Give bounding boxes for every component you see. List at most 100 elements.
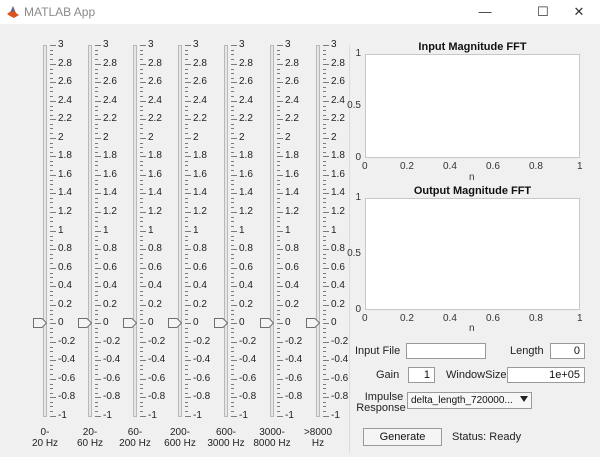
- slider-minor-tick: [140, 328, 143, 329]
- slider-minor-tick: [323, 332, 326, 333]
- slider-track[interactable]: [178, 45, 182, 417]
- slider-minor-tick: [140, 369, 143, 370]
- slider-tick: [277, 101, 283, 102]
- slider-track[interactable]: [88, 45, 92, 417]
- slider-track[interactable]: [133, 45, 137, 417]
- slider-tick: [277, 175, 283, 176]
- slider-minor-tick: [95, 328, 98, 329]
- slider-tick: [323, 175, 329, 176]
- slider-tick-label: 2.4: [285, 95, 299, 106]
- slider-minor-tick: [50, 87, 53, 88]
- slider-minor-tick: [277, 180, 280, 181]
- slider-tick: [185, 286, 191, 287]
- slider-thumb[interactable]: [123, 318, 137, 328]
- gain-field[interactable]: [408, 367, 435, 383]
- slider-tick-label: 1.2: [148, 206, 162, 217]
- slider-minor-tick: [140, 300, 143, 301]
- slider-tick-label: 0.4: [148, 280, 162, 291]
- minimize-button[interactable]: —: [462, 0, 508, 24]
- slider-thumb[interactable]: [78, 318, 92, 328]
- slider-minor-tick: [277, 124, 280, 125]
- slider-minor-tick: [95, 295, 98, 296]
- slider-thumb[interactable]: [260, 318, 274, 328]
- impulse-response-value: delta_length_720000...: [411, 395, 513, 406]
- slider-tick: [185, 138, 191, 139]
- slider-tick-label: -0.2: [239, 336, 257, 347]
- slider-tick: [231, 397, 237, 398]
- generate-button[interactable]: Generate: [363, 428, 442, 446]
- slider-tick-label: 0.8: [103, 243, 117, 254]
- slider-minor-tick: [50, 277, 53, 278]
- slider-minor-tick: [323, 328, 326, 329]
- slider-tick: [231, 268, 237, 269]
- slider-minor-tick: [50, 295, 53, 296]
- slider-tick-label: 1.2: [193, 206, 207, 217]
- slider-tick: [185, 397, 191, 398]
- slider-minor-tick: [277, 411, 280, 412]
- slider-tick-label: 1: [103, 225, 109, 236]
- input-file-field[interactable]: [406, 343, 486, 359]
- slider-minor-tick: [231, 273, 234, 274]
- slider-track[interactable]: [270, 45, 274, 417]
- slider-minor-tick: [95, 198, 98, 199]
- slider-tick-label: 0.2: [285, 299, 299, 310]
- slider-minor-tick: [231, 54, 234, 55]
- slider-tick-label: 1.2: [103, 206, 117, 217]
- slider-minor-tick: [231, 295, 234, 296]
- band-slider-5[interactable]: 3 2.8 2.6 2.4 2.2 2 1.8 1.6 1.4 1.2 1 0.8 0.6 0.4 0.2 0…: [257, 39, 303, 421]
- input-fft-ytick: 1: [355, 48, 361, 59]
- slider-tick: [50, 101, 56, 102]
- band-slider-2[interactable]: 3 2.8 2.6 2.4 2.2 2 1.8 1.6 1.4 1.2 1 0.8 0.6 0.4 0.2 0…: [120, 39, 166, 421]
- length-field[interactable]: [550, 343, 585, 359]
- slider-tick: [231, 231, 237, 232]
- slider-minor-tick: [50, 180, 53, 181]
- slider-tick-label: 1.8: [239, 150, 253, 161]
- slider-tick-label: 3: [285, 39, 291, 50]
- slider-tick-label: 1.4: [193, 187, 207, 198]
- slider-minor-tick: [140, 351, 143, 352]
- slider-minor-tick: [95, 161, 98, 162]
- band-slider-3[interactable]: 3 2.8 2.6 2.4 2.2 2 1.8 1.6 1.4 1.2 1 0.8 0.6 0.4 0.2 0…: [165, 39, 211, 421]
- slider-minor-tick: [323, 300, 326, 301]
- slider-tick: [95, 268, 101, 269]
- slider-thumb[interactable]: [214, 318, 228, 328]
- impulse-response-dropdown[interactable]: delta_length_720000...: [407, 392, 532, 409]
- slider-minor-tick: [185, 198, 188, 199]
- slider-minor-tick: [185, 184, 188, 185]
- slider-tick: [323, 249, 329, 250]
- band-slider-4[interactable]: 3 2.8 2.6 2.4 2.2 2 1.8 1.6 1.4 1.2 1 0.8 0.6 0.4 0.2 0…: [211, 39, 257, 421]
- slider-minor-tick: [95, 263, 98, 264]
- slider-tick-label: -0.4: [193, 354, 211, 365]
- input-fft-title: Input Magnitude FFT: [418, 41, 527, 53]
- slider-minor-tick: [185, 180, 188, 181]
- slider-tick: [231, 416, 237, 417]
- slider-minor-tick: [50, 147, 53, 148]
- window-size-field[interactable]: [507, 367, 585, 383]
- slider-track[interactable]: [43, 45, 47, 417]
- slider-tick-label: 1: [58, 225, 64, 236]
- band-slider-0[interactable]: 3 2.8 2.6 2.4 2.2 2 1.8 1.6 1.4 1.2 1 0.8 0.6 0.4 0.2 0…: [30, 39, 76, 421]
- slider-minor-tick: [277, 143, 280, 144]
- slider-minor-tick: [185, 402, 188, 403]
- close-button[interactable]: ✕: [556, 0, 600, 24]
- slider-track[interactable]: [316, 45, 320, 417]
- band-slider-6[interactable]: 3 2.8 2.6 2.4 2.2 2 1.8 1.6 1.4 1.2 1 0.8 0.6 0.4 0.2 0…: [303, 39, 349, 421]
- slider-minor-tick: [185, 347, 188, 348]
- input-fft-xlabel: n: [469, 172, 475, 183]
- slider-minor-tick: [323, 236, 326, 237]
- slider-minor-tick: [50, 258, 53, 259]
- slider-thumb[interactable]: [33, 318, 47, 328]
- slider-minor-tick: [50, 78, 53, 79]
- slider-tick-label: 2: [239, 132, 245, 143]
- slider-minor-tick: [231, 106, 234, 107]
- slider-minor-tick: [95, 152, 98, 153]
- slider-thumb[interactable]: [168, 318, 182, 328]
- slider-minor-tick: [323, 54, 326, 55]
- slider-thumb[interactable]: [306, 318, 320, 328]
- slider-track[interactable]: [224, 45, 228, 417]
- slider-minor-tick: [140, 240, 143, 241]
- slider-minor-tick: [50, 106, 53, 107]
- output-fft-xtick: 0: [362, 313, 368, 324]
- slider-minor-tick: [185, 282, 188, 283]
- band-slider-1[interactable]: 3 2.8 2.6 2.4 2.2 2 1.8 1.6 1.4 1.2 1 0.8 0.6 0.4 0.2 0…: [75, 39, 121, 421]
